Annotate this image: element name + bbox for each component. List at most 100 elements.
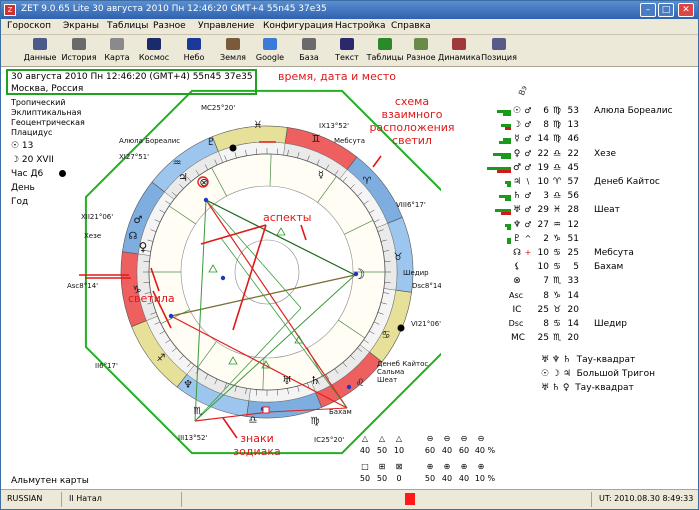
almuten-label: Альмутен карты <box>11 476 89 486</box>
annotation-scheme: схема взаимного расположения светил <box>369 95 455 147</box>
degree-value: 8 <box>543 319 549 329</box>
fixed-star-name: Шеат <box>594 205 620 216</box>
star-label-deneb-group: Шеат <box>377 376 397 384</box>
strength-bar <box>499 141 511 145</box>
toolbar-button-3[interactable]: Карта <box>100 36 134 66</box>
planet-row[interactable]: ⚸ 10 ♋ 5 Бахам <box>481 262 696 275</box>
toolbar-button-12[interactable]: Динамика <box>438 36 481 66</box>
status-language: RUSSIAN <box>7 494 43 503</box>
toolbar-button-1[interactable]: Данные <box>21 36 59 66</box>
minute-value: 57 <box>567 177 579 187</box>
minimize-button[interactable]: – <box>640 3 656 17</box>
cusp-label-xi: XI27°51' <box>119 153 149 161</box>
planet-strength-bars <box>481 266 511 272</box>
legend-value: 60 <box>458 446 470 455</box>
minute-value: 45 <box>567 162 579 173</box>
menu-item-help[interactable]: Справка <box>391 21 431 31</box>
toolbar-button-13[interactable]: Позиция <box>478 36 520 66</box>
degree-value: 7 <box>543 276 549 287</box>
menu-item-misc[interactable]: Разное <box>153 21 186 31</box>
maximize-button[interactable]: □ <box>658 3 674 17</box>
menu-item-screens[interactable]: Экраны <box>63 21 99 31</box>
cusp-label-ic: IC25°20' <box>314 436 344 444</box>
planet-row[interactable]: Asc 8 ♑ 14 <box>481 291 696 304</box>
legend-value: 50 <box>376 446 388 455</box>
toolbar-icon <box>340 38 354 50</box>
planet-symbol: ♀ <box>513 148 521 159</box>
close-button[interactable]: ✕ <box>678 3 694 17</box>
legend-symbol: □ <box>361 462 369 471</box>
planet-symbol: ☉ <box>512 106 522 116</box>
toolbar-button-2[interactable]: История <box>59 36 99 66</box>
planet-row[interactable]: MC 25 ♏ 20 <box>481 333 696 346</box>
star-label-shedir: Шедир <box>403 269 429 277</box>
toolbar-button-4[interactable]: Космос <box>134 36 174 66</box>
planet-row[interactable]: ♆ ♂ 27 ♒ 12 <box>481 220 696 233</box>
cusp-label-ii: II6°17' <box>95 362 118 370</box>
star-label-deneb-group: Денеб Кайтос <box>377 360 428 368</box>
planet-row[interactable]: ♄ ♂ 3 ♎ 56 <box>481 191 696 204</box>
sign-symbol: ♍ <box>552 106 562 116</box>
planet-strength-bars <box>481 166 511 173</box>
toolbar-button-6[interactable]: Земля <box>214 36 252 66</box>
annotation-luminaries: светила <box>128 292 175 305</box>
toolbar-icon <box>414 38 428 50</box>
legend-symbol: ⊖ <box>477 434 485 443</box>
legend-value: 10 <box>393 446 405 455</box>
annotation-time-place: время, дата и место <box>278 70 397 83</box>
degree-value: 22 <box>537 148 549 159</box>
legend-value: 50 <box>376 474 388 483</box>
planet-row[interactable]: Dsc 8 ♋ 14 Шедир <box>481 319 696 332</box>
cusp-label-ix: IX13°52' <box>319 122 349 130</box>
toolbar-button-8[interactable]: База <box>290 36 328 66</box>
sign-symbol: ♎ <box>552 191 562 202</box>
planet-row[interactable]: ♅ ♂ 29 ♓ 28 Шеат <box>481 205 696 218</box>
planet-row[interactable]: ☊ +10 ♋ 25 Мебсута <box>481 248 696 261</box>
toolbar-button-5[interactable]: Небо <box>174 36 214 66</box>
planet-glyph: ♒ <box>173 158 182 169</box>
sign-symbol: ♋ <box>552 319 562 329</box>
menu-item-configuration[interactable]: Конфигурация <box>263 21 333 31</box>
minute-value: 12 <box>567 219 579 230</box>
toolbar-icon <box>187 38 201 50</box>
hour-info: Час Д6 <box>11 169 44 179</box>
aspect-symbol: ♂ <box>524 148 532 158</box>
planet-row[interactable]: ☉ ♂ 6 ♍ 53 Алюла Бореалис <box>481 106 696 119</box>
planet-row[interactable]: ♇ ^ 2 ♑ 51 <box>481 234 696 247</box>
planet-row[interactable]: ☿ ♂ 14 ♍ 46 <box>481 134 696 147</box>
planet-row[interactable]: ⊗ 7 ♏ 33 <box>481 276 696 289</box>
star-label-kheze: Хезе <box>84 232 101 240</box>
planet-strength-bars <box>481 280 511 286</box>
sign-symbol: ♏ <box>552 276 562 287</box>
toolbar-button-10[interactable]: Таблицы <box>365 36 405 66</box>
planet-row[interactable]: ♂ ♂ 19 ♎ 45 <box>481 163 696 176</box>
toolbar-icon <box>492 38 506 50</box>
status-indicator <box>405 493 415 505</box>
menu-item-control[interactable]: Управление <box>198 21 254 31</box>
sign-symbol: ♎ <box>552 148 562 159</box>
toolbar-button-11[interactable]: Разное <box>404 36 438 66</box>
toolbar-button-9[interactable]: Текст <box>328 36 366 66</box>
title-bar: Z ZET 9.0.65 Lite 30 августа 2010 Пн 12:… <box>1 1 698 19</box>
menu-item-tables[interactable]: Таблицы <box>107 21 148 31</box>
toolbar-label: Позиция <box>481 53 517 62</box>
planet-row[interactable]: IC 25 ♉ 20 <box>481 305 696 318</box>
planet-strength-bars <box>481 152 511 159</box>
fixed-star-name: Бахам <box>594 262 624 273</box>
planet-row[interactable]: ☽ ♂ 8 ♍ 13 <box>481 120 696 133</box>
planet-row[interactable]: ♃ \ 10 ♈ 57 Денеб Кайтос <box>481 177 696 190</box>
planet-position-marker <box>346 384 352 390</box>
menu-item-horoscope[interactable]: Гороскоп <box>7 21 51 31</box>
figure-2: ☉ ☽ ♃ Большой Тригон <box>541 369 656 379</box>
menu-item-settings[interactable]: Настройка <box>335 21 386 31</box>
planet-glyph: ☿ <box>318 170 324 181</box>
minute-value: 5 <box>573 262 579 273</box>
toolbar-button-7[interactable]: Google <box>251 36 289 66</box>
toolbar-icon <box>378 38 392 50</box>
toolbar-icon <box>147 38 161 50</box>
planet-row[interactable]: ♀ ♂ 22 ♎ 22 Хезе <box>481 149 696 162</box>
sign-symbol: ♑ <box>552 233 562 244</box>
strength-bar <box>497 169 511 173</box>
sign-symbol: ♎ <box>552 162 562 173</box>
star-label-mebsuta: Мебсута <box>334 137 365 145</box>
